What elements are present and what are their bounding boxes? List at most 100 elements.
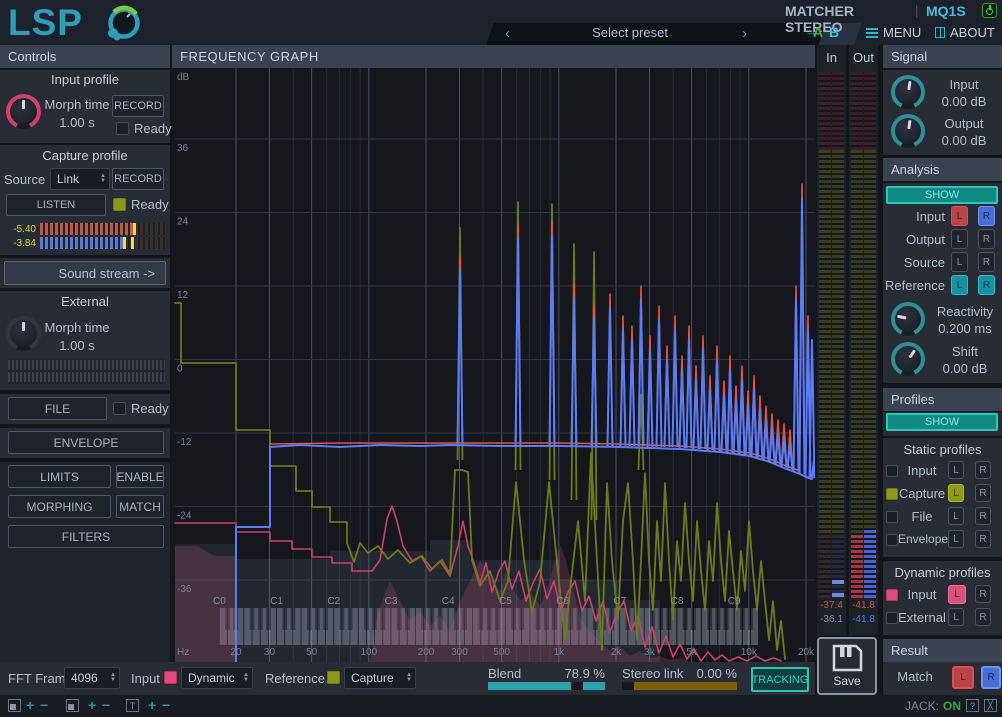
limits-button[interactable]: LIMITS bbox=[8, 465, 111, 488]
zoom-out-button[interactable]: − bbox=[162, 699, 170, 712]
zoom-in-button[interactable]: + bbox=[88, 699, 96, 712]
capture-record-button[interactable]: RECORD bbox=[112, 168, 164, 190]
analysis-show-button[interactable]: SHOW bbox=[886, 186, 998, 204]
blend-slider[interactable] bbox=[488, 682, 605, 690]
analysis-source-l-button[interactable]: L bbox=[951, 252, 968, 272]
profiles-show-button[interactable]: SHOW bbox=[886, 413, 998, 431]
logo-text: LSP bbox=[8, 2, 83, 43]
reactivity-knob[interactable] bbox=[891, 302, 925, 336]
about-button[interactable]: ABOUT bbox=[935, 25, 995, 40]
static-envelope-l-button[interactable]: L bbox=[948, 530, 964, 548]
dynamic-input-l-button[interactable]: L bbox=[948, 585, 966, 604]
result-match-l-button[interactable]: L bbox=[952, 666, 974, 689]
analysis-output-r-button[interactable]: R bbox=[978, 229, 995, 249]
signal-input-value: 0.00 dB bbox=[928, 94, 1000, 109]
svg-text:C0: C0 bbox=[213, 596, 226, 607]
static-file-r-button[interactable]: R bbox=[975, 507, 991, 525]
jack-label: JACK: bbox=[905, 699, 939, 713]
close-connection-icon[interactable]: ╳ bbox=[984, 699, 997, 712]
input-ready-label: Ready bbox=[134, 121, 172, 136]
ab-select-b[interactable]: B bbox=[829, 24, 839, 40]
filters-button[interactable]: FILTERS bbox=[8, 525, 164, 548]
sound-stream-button[interactable]: Sound stream -> bbox=[4, 261, 166, 285]
frequency-graph-canvas: dB3624120-12-24-36Hz2030501002003005001k… bbox=[172, 68, 815, 662]
menu-button[interactable]: MENU bbox=[866, 25, 921, 40]
svg-text:C3: C3 bbox=[385, 596, 398, 607]
preset-next-button[interactable]: › bbox=[742, 24, 747, 44]
svg-text:C7: C7 bbox=[613, 596, 626, 607]
dynamic-input-checkbox[interactable] bbox=[886, 589, 898, 601]
input-morph-knob[interactable] bbox=[6, 94, 41, 129]
help-icon[interactable]: ? bbox=[966, 699, 979, 712]
capture-ready-checkbox[interactable] bbox=[113, 198, 126, 211]
signal-output-knob[interactable] bbox=[891, 114, 925, 148]
dynamic-input-r-button[interactable]: R bbox=[975, 585, 991, 603]
capture-source-dropdown[interactable]: Link ▲▼ bbox=[50, 168, 110, 190]
enable-button[interactable]: ENABLE bbox=[116, 465, 164, 488]
analysis-input-l-button[interactable]: L bbox=[951, 206, 968, 226]
morphing-button[interactable]: MORPHING bbox=[8, 495, 111, 518]
result-match-r-button[interactable]: R bbox=[981, 666, 1001, 689]
analysis-reference-l-button[interactable]: L bbox=[951, 275, 968, 295]
graph-area-icon bbox=[8, 699, 21, 712]
shift-knob[interactable] bbox=[891, 342, 925, 376]
stereo-link-slider[interactable] bbox=[622, 682, 737, 690]
static-input-l-button[interactable]: L bbox=[948, 461, 964, 479]
preset-prev-button[interactable]: ‹ bbox=[505, 24, 510, 44]
static-capture-l-button[interactable]: L bbox=[948, 484, 964, 502]
dynamic-profiles-title: Dynamic profiles bbox=[883, 565, 1002, 580]
static-capture-checkbox[interactable] bbox=[886, 488, 898, 500]
zoom-out-button[interactable]: − bbox=[40, 699, 48, 712]
analysis-source-r-button[interactable]: R bbox=[978, 252, 995, 272]
envelope-button[interactable]: ENVELOPE bbox=[8, 431, 164, 454]
in-meter-right bbox=[832, 72, 844, 598]
preset-select[interactable]: Select preset bbox=[560, 25, 700, 40]
capture-source-label: Source bbox=[4, 172, 45, 187]
dynamic-external-r-button[interactable]: R bbox=[975, 608, 991, 626]
tracking-button[interactable]: TRACKING bbox=[751, 667, 809, 692]
external-morph-value: 1.00 s bbox=[44, 338, 110, 353]
static-capture-r-button[interactable]: R bbox=[975, 484, 991, 502]
reference-source-value: Capture bbox=[351, 671, 394, 685]
reference-source-dropdown[interactable]: Capture ▲▼ bbox=[344, 667, 416, 689]
capture-listen-button[interactable]: LISTEN bbox=[6, 194, 106, 216]
blend-slider-knob[interactable] bbox=[571, 682, 583, 690]
analysis-input-r-button[interactable]: R bbox=[978, 206, 995, 226]
text-zoom-icon: T bbox=[126, 699, 139, 712]
fft-frame-value: 4096 bbox=[71, 671, 98, 685]
analysis-header: Analysis bbox=[883, 158, 1002, 181]
svg-text:1k: 1k bbox=[554, 647, 566, 658]
fft-frame-dropdown[interactable]: 4096 ▲▼ bbox=[64, 667, 120, 689]
match-button[interactable]: MATCH bbox=[116, 495, 164, 518]
result-header: Result bbox=[883, 639, 1002, 662]
analysis-output-l-button[interactable]: L bbox=[951, 229, 968, 249]
static-input-r-button[interactable]: R bbox=[975, 461, 991, 479]
signal-input-label: Input bbox=[928, 77, 1000, 92]
static-file-l-button[interactable]: L bbox=[948, 507, 964, 525]
power-button[interactable] bbox=[982, 3, 997, 18]
save-button[interactable]: Save bbox=[817, 637, 877, 695]
svg-text:0: 0 bbox=[177, 364, 183, 375]
zoom-out-button[interactable]: − bbox=[102, 699, 110, 712]
static-envelope-checkbox[interactable] bbox=[886, 534, 898, 546]
external-morph-knob[interactable] bbox=[6, 316, 41, 351]
blend-value: 78.9 % bbox=[545, 666, 605, 681]
signal-input-knob[interactable] bbox=[891, 75, 925, 109]
analysis-reference-r-button[interactable]: R bbox=[978, 275, 995, 295]
static-row-label: Envelope bbox=[898, 532, 946, 546]
input-ready-checkbox[interactable] bbox=[116, 122, 129, 135]
static-input-checkbox[interactable] bbox=[886, 465, 898, 477]
analysis-row-label: Source bbox=[883, 255, 945, 270]
dynamic-external-l-button[interactable]: L bbox=[948, 608, 964, 626]
static-envelope-r-button[interactable]: R bbox=[975, 530, 991, 548]
stereo-link-slider-knob[interactable] bbox=[622, 682, 634, 690]
input-record-button[interactable]: RECORD bbox=[112, 95, 164, 117]
file-ready-checkbox[interactable] bbox=[113, 402, 126, 415]
dynamic-external-checkbox[interactable] bbox=[886, 612, 898, 624]
static-file-checkbox[interactable] bbox=[886, 511, 898, 523]
zoom-in-button[interactable]: + bbox=[26, 699, 34, 712]
input-source-dropdown[interactable]: Dynamic ▲▼ bbox=[181, 667, 253, 689]
in-meter-value-l: -37.4 bbox=[817, 600, 846, 611]
file-button[interactable]: FILE bbox=[8, 397, 107, 420]
zoom-in-button[interactable]: + bbox=[148, 699, 156, 712]
